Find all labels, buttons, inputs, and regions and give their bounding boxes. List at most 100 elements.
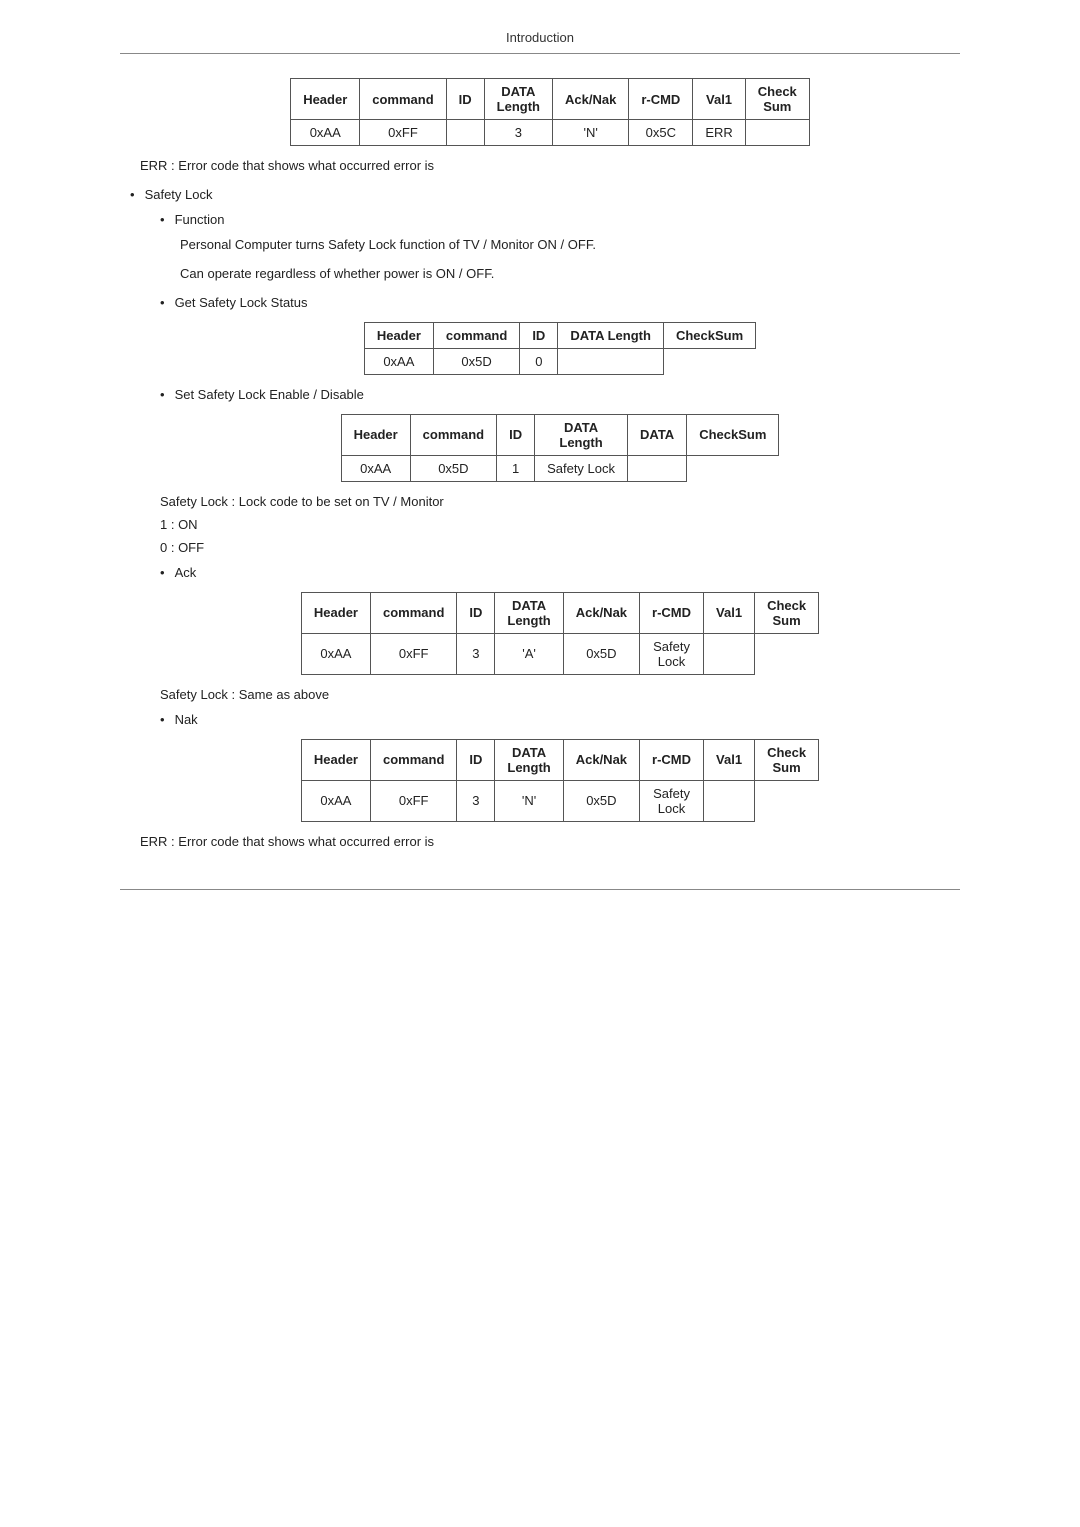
note-safetylock: Safety Lock : Lock code to be set on TV … (160, 494, 960, 509)
tack-header-header: Header (301, 592, 370, 633)
table-get: Header command ID DATA Length CheckSum 0… (364, 322, 756, 375)
tset-header-data: DATA (628, 414, 687, 455)
table1-row-rcmd: 0x5C (629, 120, 693, 146)
tnak-row-val1: SafetyLock (640, 780, 704, 821)
para-function1: Personal Computer turns Safety Lock func… (180, 235, 960, 256)
table1-header-command: command (360, 79, 446, 120)
bullet-mark-function: • (160, 212, 165, 227)
para-function2: Can operate regardless of whether power … (180, 264, 960, 285)
table-nak: Header command ID DATALength Ack/Nak r-C… (301, 739, 819, 822)
table-set: Header command ID DATALength DATA CheckS… (341, 414, 780, 482)
bullet-ack-label: Ack (175, 565, 197, 580)
table1-row-header: 0xAA (291, 120, 360, 146)
tnak-header-data-length: DATALength (495, 739, 563, 780)
tack-row-checksum (704, 633, 755, 674)
tset-header-id: ID (497, 414, 535, 455)
tset-header-command: command (410, 414, 496, 455)
tnak-row-acknak: 'N' (495, 780, 563, 821)
bullet-nak: • Nak (160, 712, 960, 727)
bullet-mark-set: • (160, 387, 165, 402)
tset-row-checksum (628, 455, 687, 481)
table1-row-data-length: 3 (484, 120, 552, 146)
table-ack-wrap: Header command ID DATALength Ack/Nak r-C… (160, 592, 960, 675)
note-off: 0 : OFF (160, 540, 960, 555)
page-title: Introduction (506, 30, 574, 45)
tget-header-header: Header (364, 322, 433, 348)
bullet-mark-ack: • (160, 565, 165, 580)
tset-row-data-length: 1 (497, 455, 535, 481)
tnak-header-header: Header (301, 739, 370, 780)
tnak-header-val1: Val1 (704, 739, 755, 780)
table1-row-command: 0xFF (360, 120, 446, 146)
note-nak: ERR : Error code that shows what occurre… (140, 834, 960, 849)
tget-header-command: command (433, 322, 519, 348)
tack-header-command: command (370, 592, 456, 633)
table1-header-header: Header (291, 79, 360, 120)
tack-header-rcmd: r-CMD (640, 592, 704, 633)
page: Introduction Header command ID DATALengt… (0, 0, 1080, 1527)
table-set-wrap: Header command ID DATALength DATA CheckS… (160, 414, 960, 482)
table1: Header command ID DATALength Ack/Nak r-C… (290, 78, 810, 146)
bullet-nak-label: Nak (175, 712, 198, 727)
tnak-row-rcmd: 0x5D (563, 780, 639, 821)
tack-header-acknak: Ack/Nak (563, 592, 639, 633)
tack-row-header: 0xAA (301, 633, 370, 674)
bullet-mark-l1: • (130, 187, 135, 202)
tnak-header-acknak: Ack/Nak (563, 739, 639, 780)
tack-header-checksum: CheckSum (755, 592, 819, 633)
tset-header-header: Header (341, 414, 410, 455)
table1-header-acknak: Ack/Nak (553, 79, 629, 120)
tnak-row-checksum (704, 780, 755, 821)
tack-header-data-length: DATALength (495, 592, 563, 633)
table1-header-data-length: DATALength (484, 79, 552, 120)
tack-row-rcmd: 0x5D (563, 633, 639, 674)
tnak-header-id: ID (457, 739, 495, 780)
table-ack: Header command ID DATALength Ack/Nak r-C… (301, 592, 819, 675)
tset-row-command: 0x5D (410, 455, 496, 481)
tack-row-val1: SafetyLock (640, 633, 704, 674)
bullet-safety-lock-label: Safety Lock (145, 187, 213, 202)
tget-row-data-length: 0 (520, 348, 558, 374)
tset-header-data-length: DATALength (535, 414, 628, 455)
tnak-header-rcmd: r-CMD (640, 739, 704, 780)
table-get-wrap: Header command ID DATA Length CheckSum 0… (160, 322, 960, 375)
tack-row-data-length: 3 (457, 633, 495, 674)
page-header: Introduction (120, 30, 960, 54)
tget-header-checksum: CheckSum (663, 322, 755, 348)
note1: ERR : Error code that shows what occurre… (140, 158, 960, 173)
page-footer (120, 889, 960, 898)
note-on: 1 : ON (160, 517, 960, 532)
bullet-set-label: Set Safety Lock Enable / Disable (175, 387, 364, 402)
bullet-function-label: Function (175, 212, 225, 227)
table1-header-checksum: CheckSum (745, 79, 809, 120)
bullet-mark-get: • (160, 295, 165, 310)
tset-row-header: 0xAA (341, 455, 410, 481)
tnak-header-checksum: CheckSum (755, 739, 819, 780)
bullet-safety-lock: • Safety Lock (130, 187, 960, 202)
bullet-set: • Set Safety Lock Enable / Disable (160, 387, 960, 402)
tack-row-acknak: 'A' (495, 633, 563, 674)
tset-row-data: Safety Lock (535, 455, 628, 481)
note-ack: Safety Lock : Same as above (160, 687, 960, 702)
tget-header-id: ID (520, 322, 558, 348)
bullet-ack: • Ack (160, 565, 960, 580)
table1-header-rcmd: r-CMD (629, 79, 693, 120)
tack-row-command: 0xFF (370, 633, 456, 674)
tack-header-val1: Val1 (704, 592, 755, 633)
bullet-get-label: Get Safety Lock Status (175, 295, 308, 310)
tnak-row-command: 0xFF (370, 780, 456, 821)
table1-row-checksum (745, 120, 809, 146)
bullet-function: • Function (160, 212, 960, 227)
bullet-get: • Get Safety Lock Status (160, 295, 960, 310)
table1-header-id: ID (446, 79, 484, 120)
tack-header-id: ID (457, 592, 495, 633)
tnak-row-data-length: 3 (457, 780, 495, 821)
tnak-header-command: command (370, 739, 456, 780)
tget-row-header: 0xAA (364, 348, 433, 374)
tget-row-checksum (558, 348, 664, 374)
tget-row-command: 0x5D (433, 348, 519, 374)
table1-row-val1: ERR (693, 120, 745, 146)
table1-header-val1: Val1 (693, 79, 745, 120)
table1-row-acknak: 'N' (553, 120, 629, 146)
table-nak-wrap: Header command ID DATALength Ack/Nak r-C… (160, 739, 960, 822)
